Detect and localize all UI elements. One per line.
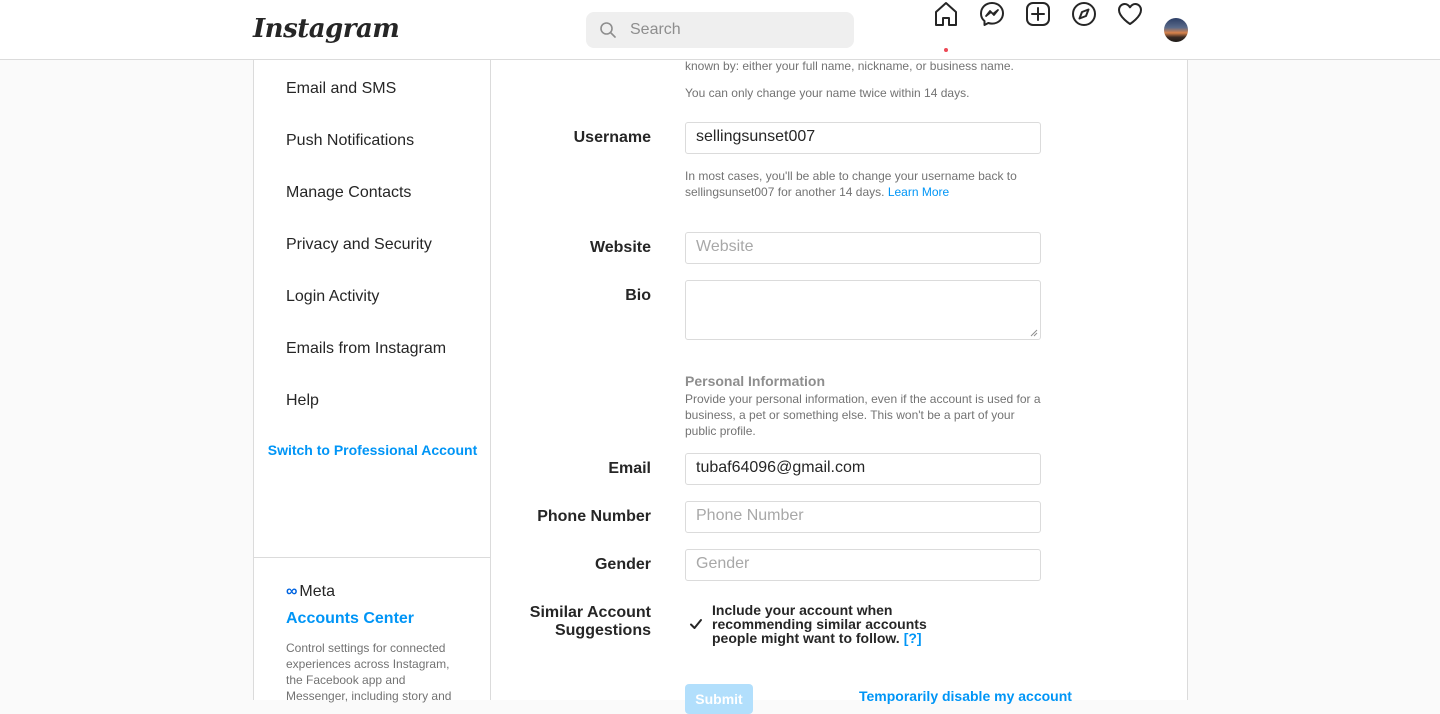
divider: [254, 557, 491, 558]
edit-profile-form: known by: either your full name, nicknam…: [491, 59, 1187, 714]
meta-logo-text: Meta: [299, 583, 335, 600]
explore-icon[interactable]: [1070, 0, 1098, 28]
search-box[interactable]: Search: [586, 12, 854, 48]
personal-information-desc: Provide your personal information, even …: [685, 392, 1041, 438]
new-post-icon[interactable]: [1024, 0, 1052, 28]
similar-suggestions-description: Include your account when recommending s…: [712, 602, 927, 646]
disable-account-link[interactable]: Temporarily disable my account: [859, 688, 1072, 704]
username-field[interactable]: sellingsunset007: [685, 122, 1041, 154]
notification-dot: [944, 48, 948, 52]
username-label: Username: [573, 129, 651, 146]
resize-handle-icon[interactable]: [1030, 329, 1038, 337]
help-link[interactable]: [?]: [904, 630, 922, 646]
profile-avatar[interactable]: [1164, 18, 1188, 42]
website-label: Website: [589, 239, 651, 256]
search-icon: [600, 22, 616, 38]
phone-label: Phone Number: [537, 508, 651, 525]
sidebar-item-login-activity[interactable]: Login Activity: [286, 288, 379, 306]
website-field[interactable]: Website: [685, 232, 1041, 264]
similar-label-line1: Similar Account: [529, 604, 651, 621]
username-hint-text: In most cases, you'll be able to change …: [685, 169, 1017, 199]
similar-label-line2: Suggestions: [554, 622, 651, 639]
meta-logo: ∞ Meta: [286, 583, 335, 601]
top-navigation-bar: Instagram Search: [0, 0, 1440, 60]
similar-suggestions-checkbox[interactable]: [689, 617, 703, 631]
instagram-logo[interactable]: Instagram: [253, 14, 400, 44]
settings-card: Email and SMS Push Notifications Manage …: [253, 59, 1188, 714]
sidebar-item-privacy-security[interactable]: Privacy and Security: [286, 236, 432, 254]
accounts-center-link[interactable]: Accounts Center: [286, 610, 414, 628]
username-hint: In most cases, you'll be able to change …: [685, 168, 1045, 200]
name-hint: known by: either your full name, nicknam…: [685, 59, 1014, 73]
sidebar-item-emails-from-instagram[interactable]: Emails from Instagram: [286, 340, 446, 358]
sidebar-item-help[interactable]: Help: [286, 392, 319, 410]
bio-field[interactable]: [685, 280, 1041, 340]
gender-field[interactable]: Gender: [685, 549, 1041, 581]
bio-label: Bio: [625, 287, 651, 304]
similar-suggestions-text: Include your account when recommending s…: [712, 603, 942, 645]
settings-sidebar: Email and SMS Push Notifications Manage …: [254, 60, 491, 703]
learn-more-link[interactable]: Learn More: [888, 185, 949, 199]
home-icon[interactable]: [932, 0, 960, 28]
submit-button[interactable]: Submit: [685, 684, 753, 714]
meta-infinity-icon: ∞: [286, 583, 298, 600]
sidebar-item-email-sms[interactable]: Email and SMS: [286, 80, 396, 98]
accounts-center-description: Control settings for connected experienc…: [286, 641, 452, 703]
name-change-limit-hint: You can only change your name twice with…: [685, 86, 970, 100]
switch-professional-link[interactable]: Switch to Professional Account: [254, 438, 491, 462]
messenger-icon[interactable]: [978, 0, 1006, 28]
gender-label: Gender: [594, 556, 651, 573]
similar-suggestions-label: Similar Account Suggestions: [530, 604, 651, 640]
phone-field[interactable]: Phone Number: [685, 501, 1041, 533]
heart-icon[interactable]: [1116, 0, 1144, 28]
email-field[interactable]: tubaf64096@gmail.com: [685, 453, 1041, 485]
personal-information-title: Personal Information: [685, 373, 826, 389]
email-label: Email: [608, 460, 651, 477]
search-input[interactable]: Search: [630, 21, 681, 39]
sidebar-item-push-notifications[interactable]: Push Notifications: [286, 132, 414, 150]
sidebar-item-manage-contacts[interactable]: Manage Contacts: [286, 184, 411, 202]
